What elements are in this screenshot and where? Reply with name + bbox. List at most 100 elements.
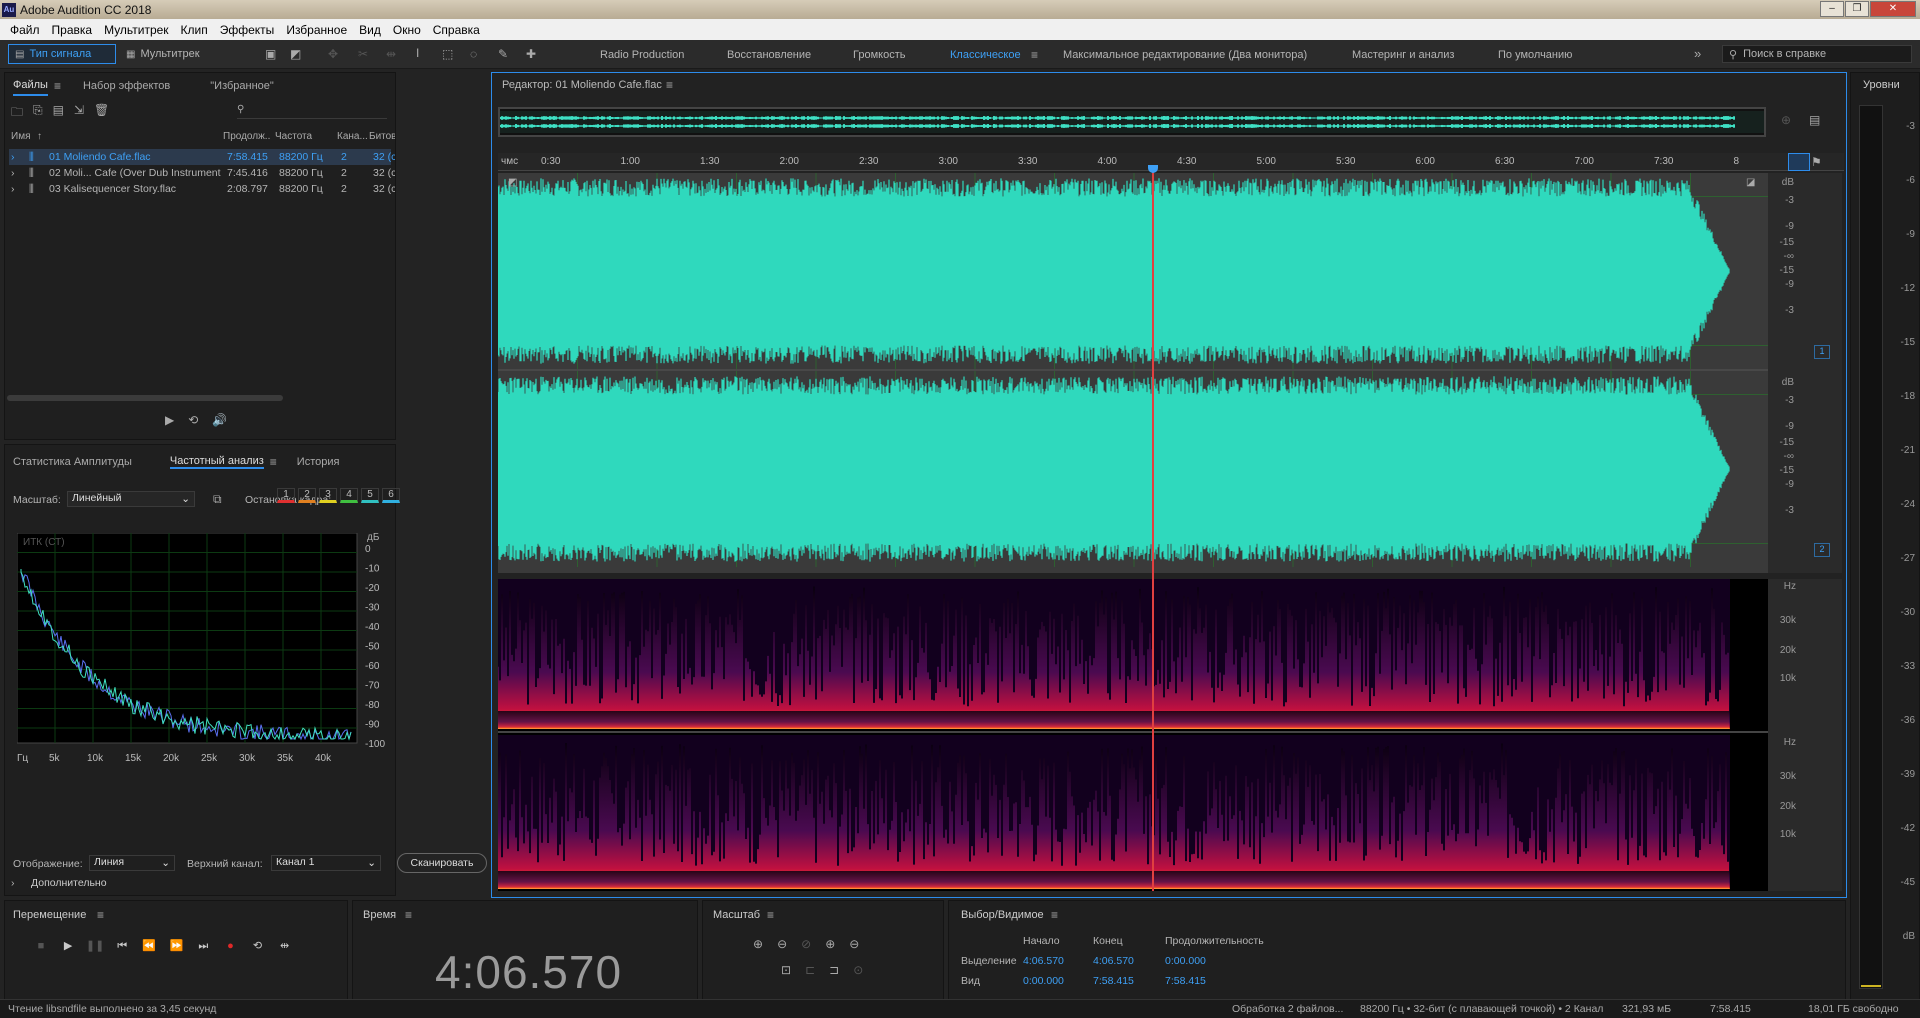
razor-tool-icon[interactable]: ✂ xyxy=(358,47,368,61)
spectral-frequency-icon[interactable]: ▣ xyxy=(265,47,276,61)
selection-start[interactable]: 4:06.570 xyxy=(1023,955,1064,967)
go-to-end-icon[interactable]: ⏭ xyxy=(193,937,213,955)
view-start[interactable]: 0:00.000 xyxy=(1023,975,1064,987)
col-bits[interactable]: Битов xyxy=(369,131,395,142)
workspace-default[interactable]: По умолчанию xyxy=(1498,49,1572,61)
channel-2-badge[interactable]: 2 xyxy=(1814,543,1830,557)
zoom-out-amplitude-icon[interactable]: ⊖ xyxy=(777,937,787,951)
close-button[interactable]: ✕ xyxy=(1870,1,1916,17)
time-selection-tool-icon[interactable]: I xyxy=(416,46,419,60)
workspace-restoration[interactable]: Восстановление xyxy=(727,49,811,61)
zoom-out-time-icon[interactable]: ⊖ xyxy=(849,937,859,951)
insert-multitrack-icon[interactable]: ⇲ xyxy=(74,103,84,124)
freeze-button-6[interactable]: 6 xyxy=(382,488,400,503)
menu-view[interactable]: Вид xyxy=(353,23,387,37)
menu-favorites[interactable]: Избранное xyxy=(280,23,353,37)
move-tool-icon[interactable]: ✥ xyxy=(328,47,338,61)
workspace-max-edit[interactable]: Максимальное редактирование (Два монитор… xyxy=(1063,49,1307,61)
channel-1-badge[interactable]: 1 xyxy=(1814,345,1830,359)
col-channels[interactable]: Кана... xyxy=(337,131,367,142)
workspace-radio-production[interactable]: Radio Production xyxy=(600,49,684,61)
loop-playback-icon[interactable]: ⟲ xyxy=(248,937,268,955)
workspace-loudness[interactable]: Громкость xyxy=(853,49,905,61)
panel-menu-icon[interactable]: ≡ xyxy=(54,79,61,93)
record-icon[interactable]: ● xyxy=(220,937,240,955)
open-folder-icon[interactable]: 🗀 xyxy=(11,103,23,124)
rewind-icon[interactable]: ⏪ xyxy=(139,937,159,955)
preview-volume-icon[interactable]: 🔊 xyxy=(212,413,227,427)
workspace-menu-icon[interactable]: ≡ xyxy=(1031,48,1038,62)
advanced-chevron-icon[interactable]: › xyxy=(11,877,15,889)
scale-dropdown[interactable]: Линейный ⌄ xyxy=(67,491,195,507)
go-to-start-icon[interactable]: ⏮ xyxy=(112,937,132,955)
marker-icon[interactable]: ⚑ xyxy=(1811,155,1822,169)
file-row[interactable]: › ⫼ 02 Moli... Cafe (Over Dub Instrumental… xyxy=(9,165,395,181)
minimize-button[interactable]: – xyxy=(1820,1,1844,17)
preview-play-icon[interactable]: ▶ xyxy=(165,413,174,427)
zoom-left-edge-icon[interactable]: ⊏ xyxy=(805,963,815,977)
overview-toggle-icon[interactable]: ▤ xyxy=(1809,113,1820,127)
skip-selection-icon[interactable]: ⇹ xyxy=(275,937,295,955)
menu-edit[interactable]: Правка xyxy=(46,23,99,37)
tab-files[interactable]: Файлы xyxy=(13,76,48,96)
col-duration[interactable]: Продолж... xyxy=(223,131,271,142)
tab-favorites[interactable]: "Избранное" xyxy=(210,80,274,92)
top-channel-dropdown[interactable]: Канал 1 ⌄ xyxy=(271,855,381,871)
file-row[interactable]: › ⫼ 01 Moliendo Cafe.flac 7:58.415 88200 Гц 2… xyxy=(9,149,395,165)
lasso-tool-icon[interactable]: ◌ xyxy=(470,47,477,61)
zoom-reset-icon[interactable]: ⊙ xyxy=(853,963,863,977)
zoom-to-selection-icon[interactable]: ⊡ xyxy=(781,963,791,977)
view-duration[interactable]: 7:58.415 xyxy=(1165,975,1206,987)
multitrack-view-button[interactable]: ▦ Мультитрек xyxy=(120,44,216,64)
freeze-button-1[interactable]: 1 xyxy=(277,488,295,503)
file-row[interactable]: › ⫼ 03 Kalisequencer Story.flac 2:08.797 882… xyxy=(9,181,395,197)
menu-file[interactable]: Файл xyxy=(4,23,46,37)
display-dropdown[interactable]: Линия ⌄ xyxy=(89,855,175,871)
play-icon[interactable]: ▶ xyxy=(58,937,78,955)
freeze-button-2[interactable]: 2 xyxy=(298,488,316,503)
selection-duration[interactable]: 0:00.000 xyxy=(1165,955,1206,967)
marquee-tool-icon[interactable]: ⬚ xyxy=(442,47,453,61)
workspace-classic[interactable]: Классическое xyxy=(950,49,1021,61)
panel-menu-icon[interactable]: ≡ xyxy=(97,908,104,922)
zoom-in-amplitude-icon[interactable]: ⊕ xyxy=(753,937,763,951)
scan-button[interactable]: Сканировать xyxy=(397,853,487,873)
advanced-label[interactable]: Дополнительно xyxy=(31,877,107,889)
workspace-mastering[interactable]: Мастеринг и анализ xyxy=(1352,49,1454,61)
editor-menu-icon[interactable]: ≡ xyxy=(666,78,673,92)
pause-icon[interactable]: ❚❚ xyxy=(85,937,105,955)
menu-help[interactable]: Справка xyxy=(427,23,486,37)
help-search-field[interactable]: ⚲ Поиск в справке xyxy=(1722,45,1912,63)
spectral-pitch-icon[interactable]: ◩ xyxy=(290,47,301,61)
files-hscrollbar[interactable] xyxy=(7,395,283,401)
slip-tool-icon[interactable]: ⇹ xyxy=(386,47,396,61)
panel-menu-icon[interactable]: ≡ xyxy=(270,455,277,469)
copy-graph-icon[interactable]: ⧉ xyxy=(213,492,222,507)
fade-out-handle-icon[interactable]: ◪ xyxy=(1746,177,1755,188)
snap-icon[interactable] xyxy=(1788,153,1810,171)
tab-history[interactable]: История xyxy=(297,456,340,468)
menu-window[interactable]: Окно xyxy=(387,23,427,37)
playhead[interactable] xyxy=(1152,169,1155,891)
col-rate[interactable]: Частота xyxy=(275,131,333,142)
spectral-display[interactable] xyxy=(497,579,1768,891)
waveform-view-button[interactable]: ▤ Тип сигнала xyxy=(8,44,116,64)
spot-healing-icon[interactable]: ✚ xyxy=(526,47,536,61)
menu-effects[interactable]: Эффекты xyxy=(214,23,281,37)
panel-menu-icon[interactable]: ≡ xyxy=(1051,908,1058,922)
fast-forward-icon[interactable]: ⏩ xyxy=(166,937,186,955)
menu-clip[interactable]: Клип xyxy=(175,23,214,37)
menu-multitrack[interactable]: Мультитрек xyxy=(98,23,174,37)
waveform-display[interactable]: ◩ ◪ xyxy=(497,173,1768,573)
view-end[interactable]: 7:58.415 xyxy=(1093,975,1134,987)
col-name[interactable]: Имя xyxy=(11,131,30,142)
delete-icon[interactable]: 🗑 xyxy=(94,103,109,124)
panel-menu-icon[interactable]: ≡ xyxy=(767,908,774,922)
zoom-nav-icon[interactable]: ⊕ xyxy=(1781,113,1791,127)
preview-loop-icon[interactable]: ⟲ xyxy=(188,413,198,427)
tab-effects-rack[interactable]: Набор эффектов xyxy=(83,80,170,92)
tab-amplitude-stats[interactable]: Статистика Амплитуды xyxy=(13,456,132,468)
playhead-handle[interactable] xyxy=(1148,165,1159,173)
files-filter-input[interactable]: ⚲ xyxy=(237,103,387,119)
stop-icon[interactable]: ■ xyxy=(31,937,51,955)
